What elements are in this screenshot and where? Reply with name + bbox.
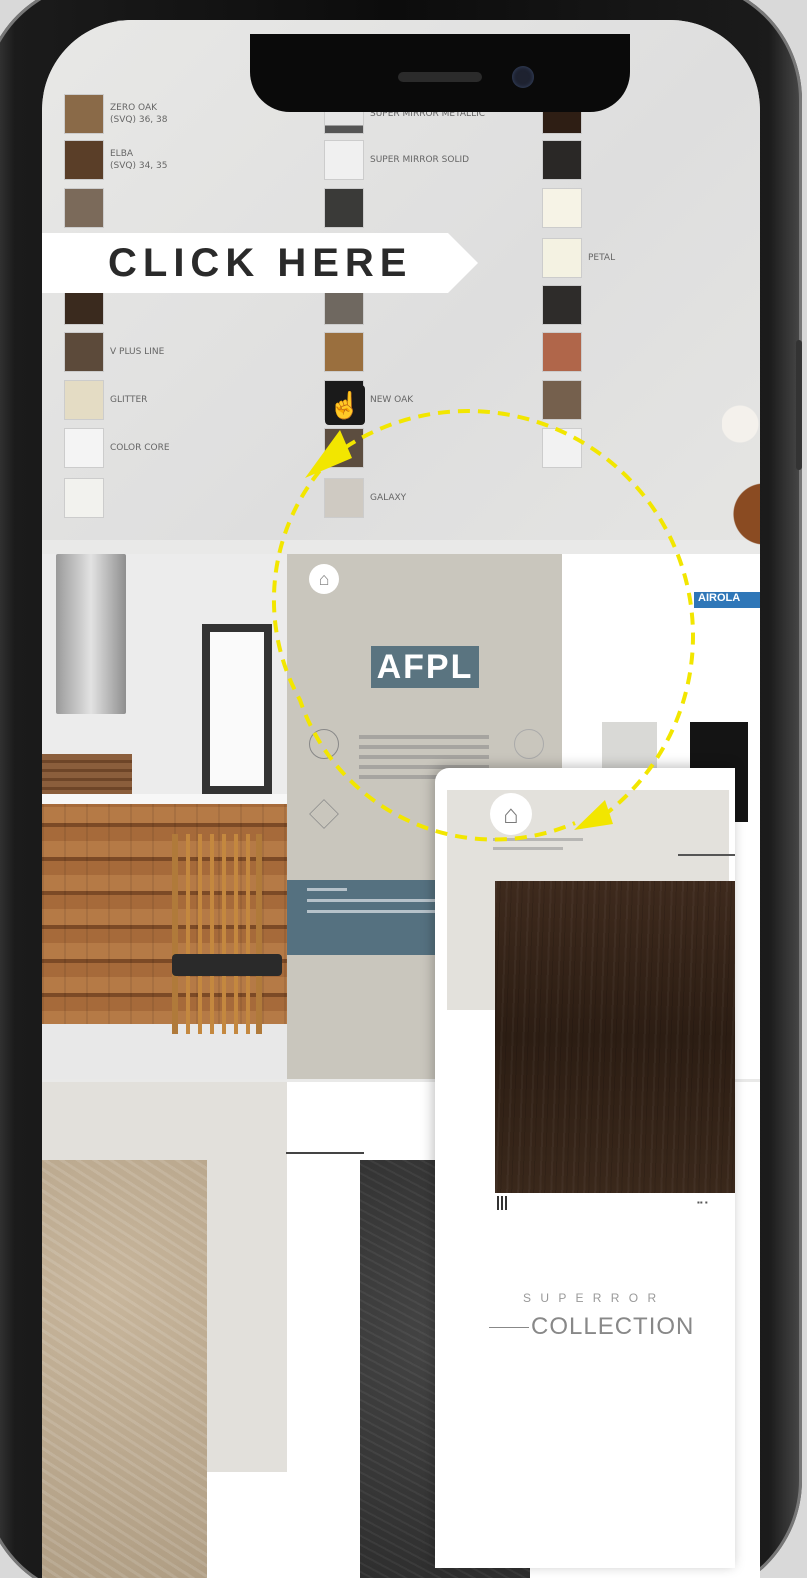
swatch-chip	[542, 380, 582, 420]
swatch-chip	[64, 332, 104, 372]
swatch-item[interactable]: ELBA (SVQ) 34, 35	[64, 140, 167, 180]
swatch-item[interactable]: PETAL	[542, 238, 615, 278]
swatch-chip	[542, 188, 582, 228]
swatch-chip	[324, 478, 364, 518]
swatch-item[interactable]: ZERO OAK (SVQ) 36, 38	[64, 94, 167, 134]
swatch-chip	[64, 140, 104, 180]
feature-icon	[514, 729, 544, 759]
text-line	[307, 888, 347, 891]
swatch-item[interactable]	[542, 380, 588, 420]
swatch-code: ▪▪ ▪	[697, 1198, 708, 1207]
speaker	[398, 72, 482, 82]
swatch-chip	[542, 285, 582, 325]
text-line	[359, 735, 489, 739]
swatch-item[interactable]	[324, 188, 370, 228]
chair	[172, 834, 262, 1034]
swatch-chip	[324, 428, 364, 468]
notch	[250, 34, 630, 112]
swatch-name: V PLUS LINE	[110, 347, 165, 357]
swatch-chip	[64, 188, 104, 228]
feature-icon	[309, 729, 339, 759]
afpl-logo: AFPL	[371, 646, 479, 688]
window	[202, 624, 272, 794]
swatch-chip	[324, 188, 364, 228]
dark-wood-swatch	[495, 881, 735, 1193]
home-icon[interactable]: ⌂	[490, 793, 532, 835]
logo-text: AFPL	[376, 647, 474, 686]
swatch-item[interactable]	[542, 332, 588, 372]
range-hood	[56, 554, 126, 714]
swatch-item[interactable]	[542, 285, 588, 325]
swatch-item[interactable]: GALAXY	[324, 478, 406, 518]
kitchen-photo	[42, 554, 287, 1079]
power-button	[796, 340, 802, 470]
divider	[678, 854, 735, 856]
swatch-item[interactable]	[324, 332, 370, 372]
text-line	[359, 755, 489, 759]
divider	[286, 1152, 364, 1154]
swatch-chip	[542, 140, 582, 180]
swatch-chip	[64, 94, 104, 134]
swatch-name: ZERO OAK	[110, 103, 158, 113]
swatch-code: (SVQ) 34, 35	[110, 161, 168, 171]
swatch-name: ELBA	[110, 149, 134, 159]
swatch-name: GLITTER	[110, 395, 148, 405]
swatch-chip	[324, 332, 364, 372]
swatch-item[interactable]	[542, 188, 588, 228]
swatch-chip	[542, 238, 582, 278]
swatch-code: (SVQ) 36, 38	[110, 115, 168, 125]
super-mirror-card[interactable]: ⌂ ▪▪ ▪ S U P E R R O R COLLECTION	[435, 768, 735, 1568]
home-icon[interactable]: ⌂	[309, 564, 339, 594]
swatch-item[interactable]	[542, 140, 588, 180]
swatch-chip	[324, 140, 364, 180]
card-subtitle	[493, 838, 633, 850]
decor-sculpture	[722, 370, 760, 550]
chair-seat	[172, 954, 282, 976]
click-here-banner[interactable]: CLICK HERE	[42, 233, 478, 293]
collection-subtitle: S U P E R R O R	[523, 1291, 660, 1305]
touch-icon[interactable]: ☝	[325, 385, 365, 425]
swatch-chip	[64, 428, 104, 468]
swatch-item[interactable]	[64, 478, 110, 518]
swatch-item[interactable]: COLOR CORE	[64, 428, 170, 468]
logo-text: AIROLA	[698, 592, 741, 604]
swatch-chip	[64, 478, 104, 518]
swatch-name: SUPER MIRROR SOLID	[370, 155, 470, 165]
click-here-label: CLICK HERE	[108, 240, 413, 285]
swatch-name: COLOR CORE	[110, 443, 170, 453]
swatch-item[interactable]: GLITTER	[64, 380, 147, 420]
swatch-item[interactable]	[64, 188, 110, 228]
feature-icon	[309, 799, 339, 829]
swatch-name: NEW OAK	[370, 395, 414, 405]
airolam-logo: AIROLA	[694, 592, 760, 608]
text-line	[359, 745, 489, 749]
collection-title: COLLECTION	[488, 1313, 695, 1340]
swatch-item[interactable]: V PLUS LINE	[64, 332, 164, 372]
countertop	[42, 794, 287, 804]
swatch-chip	[542, 428, 582, 468]
swatch-name: GALAXY	[370, 493, 407, 503]
swatch-item[interactable]	[542, 428, 588, 468]
swatch-chip	[542, 332, 582, 372]
swatch-item[interactable]	[324, 428, 370, 468]
swatch-item[interactable]: SUPER MIRROR SOLID	[324, 140, 469, 180]
swatch-name: PETAL	[588, 253, 616, 263]
qr-icon[interactable]	[497, 1196, 509, 1210]
swatch-chip	[64, 380, 104, 420]
beige-stone-swatch	[42, 1160, 207, 1578]
front-camera	[512, 66, 534, 88]
